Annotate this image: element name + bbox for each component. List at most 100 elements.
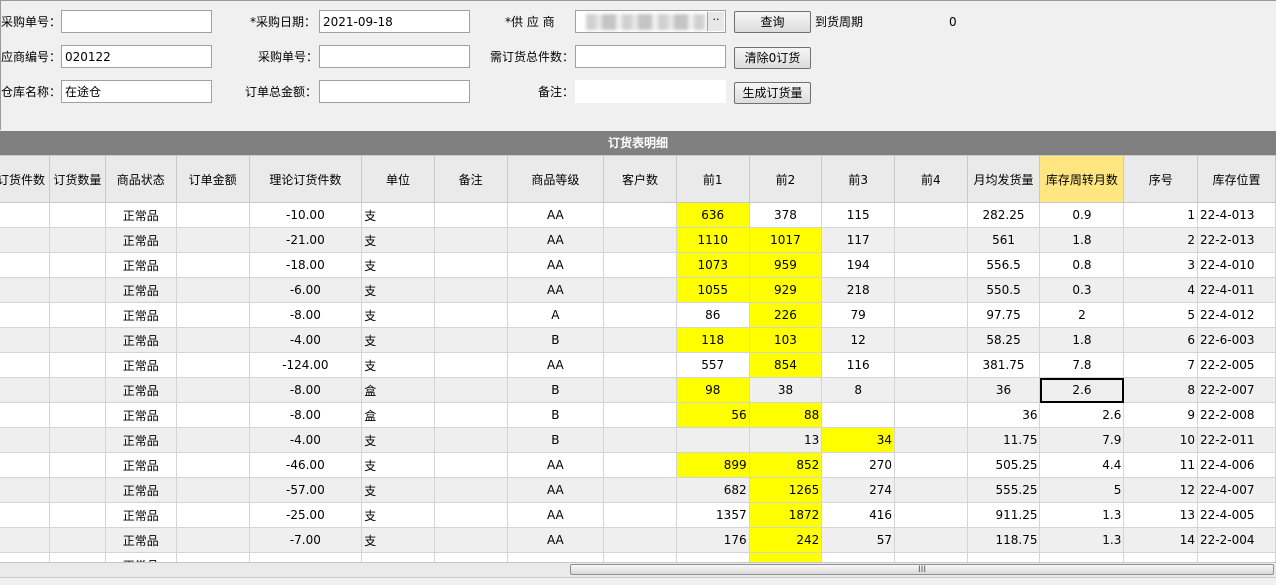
table-cell[interactable]: 正常品 — [104, 477, 177, 503]
table-cell[interactable] — [748, 552, 823, 562]
table-cell[interactable] — [433, 477, 508, 503]
table-cell[interactable]: -10.00 — [248, 202, 363, 228]
table-cell[interactable]: 13 — [748, 427, 823, 453]
table-cell[interactable] — [433, 277, 508, 303]
table-cell[interactable]: 117 — [821, 227, 895, 253]
table-cell[interactable]: 22-4-005 — [1197, 502, 1276, 528]
table-cell[interactable] — [0, 202, 50, 228]
table-cell[interactable] — [893, 527, 968, 553]
table-cell[interactable]: 1110 — [675, 227, 750, 253]
table-cell[interactable]: -57.00 — [248, 477, 363, 503]
table-cell[interactable]: B — [506, 377, 605, 403]
table-cell[interactable] — [603, 277, 677, 303]
table-cell[interactable]: 支 — [361, 252, 435, 278]
table-cell[interactable]: 正常品 — [104, 502, 177, 528]
table-cell[interactable]: 505.25 — [966, 452, 1041, 478]
table-cell[interactable]: 86 — [675, 302, 750, 328]
table-cell[interactable]: 550.5 — [966, 277, 1041, 303]
table-cell[interactable] — [603, 527, 677, 553]
column-header[interactable]: 序号 — [1123, 155, 1199, 203]
table-cell[interactable]: 12 — [821, 327, 895, 353]
table-row[interactable]: 正常品 -8.00 支 A 86 226 79 97.75 2 5 22-4-012 — [0, 302, 1276, 328]
table-row[interactable]: 正常品 -46.00 支 AA 899 852 270 505.25 4.4 11 22-4-006 — [0, 452, 1276, 478]
table-cell[interactable]: AA — [506, 527, 605, 553]
table-cell[interactable]: 226 — [748, 302, 823, 328]
table-cell[interactable]: 正常品 — [104, 452, 177, 478]
table-cell[interactable] — [893, 227, 968, 253]
table-cell[interactable]: 7.8 — [1039, 352, 1125, 378]
table-cell[interactable] — [175, 552, 250, 562]
clear-zero-button[interactable]: 清除0订货 — [734, 47, 811, 69]
table-cell[interactable]: 22-4-010 — [1197, 252, 1276, 278]
table-cell[interactable]: 36 — [966, 402, 1041, 428]
table-cell[interactable]: 3 — [1123, 252, 1199, 278]
note-input[interactable] — [575, 80, 726, 103]
table-cell[interactable]: 194 — [821, 252, 895, 278]
table-cell[interactable] — [48, 552, 106, 562]
table-cell[interactable]: 盒 — [361, 402, 435, 428]
table-cell[interactable] — [0, 327, 50, 353]
table-cell[interactable]: 支 — [361, 327, 435, 353]
table-cell[interactable] — [48, 202, 106, 228]
table-cell[interactable]: 9 — [1123, 402, 1199, 428]
table-cell[interactable] — [248, 552, 363, 562]
table-cell[interactable]: 98 — [675, 377, 750, 403]
table-cell[interactable] — [893, 502, 968, 528]
table-cell[interactable]: 118 — [675, 327, 750, 353]
table-cell[interactable] — [0, 352, 50, 378]
table-cell[interactable] — [175, 402, 250, 428]
table-cell[interactable]: 12 — [1123, 477, 1199, 503]
table-cell[interactable]: 支 — [361, 202, 435, 228]
table-cell[interactable]: 正常品 — [104, 327, 177, 353]
table-row[interactable]: 正常品 — [0, 552, 1276, 562]
table-cell[interactable]: 0.8 — [1039, 252, 1125, 278]
table-cell[interactable]: AA — [506, 502, 605, 528]
table-cell[interactable]: 6 — [1123, 327, 1199, 353]
table-cell[interactable] — [361, 552, 435, 562]
table-row[interactable]: 正常品 -7.00 支 AA 176 242 57 118.75 1.3 14 22-2-004 — [0, 527, 1276, 553]
table-cell[interactable] — [48, 302, 106, 328]
column-header[interactable]: 备注 — [433, 155, 508, 203]
table-cell[interactable]: -46.00 — [248, 452, 363, 478]
table-cell[interactable] — [48, 352, 106, 378]
table-cell[interactable] — [603, 452, 677, 478]
table-cell[interactable]: 正常品 — [104, 352, 177, 378]
table-cell[interactable]: 支 — [361, 302, 435, 328]
table-cell[interactable]: 1.3 — [1039, 527, 1125, 553]
table-cell[interactable]: 118.75 — [966, 527, 1041, 553]
table-cell[interactable] — [175, 502, 250, 528]
table-cell[interactable]: 22-2-013 — [1197, 227, 1276, 253]
table-cell[interactable]: 561 — [966, 227, 1041, 253]
table-cell[interactable]: 557 — [675, 352, 750, 378]
po-no-input[interactable] — [61, 10, 212, 33]
table-cell[interactable]: 5 — [1039, 477, 1125, 503]
table-cell[interactable]: 103 — [748, 327, 823, 353]
table-cell[interactable] — [48, 502, 106, 528]
table-cell[interactable] — [433, 202, 508, 228]
table-cell[interactable]: 2 — [1039, 302, 1125, 328]
table-cell[interactable] — [0, 302, 50, 328]
table-cell[interactable]: AA — [506, 277, 605, 303]
table-cell[interactable]: 282.25 — [966, 202, 1041, 228]
table-cell[interactable] — [433, 352, 508, 378]
table-cell[interactable]: 79 — [821, 302, 895, 328]
table-cell[interactable] — [821, 552, 895, 562]
table-cell[interactable]: 899 — [675, 452, 750, 478]
table-cell[interactable] — [48, 227, 106, 253]
table-cell[interactable]: 4 — [1123, 277, 1199, 303]
table-cell[interactable]: 176 — [675, 527, 750, 553]
table-cell[interactable]: 242 — [748, 527, 823, 553]
table-cell[interactable]: -6.00 — [248, 277, 363, 303]
table-cell[interactable]: 911.25 — [966, 502, 1041, 528]
table-cell[interactable] — [603, 477, 677, 503]
table-cell[interactable]: -8.00 — [248, 377, 363, 403]
table-cell[interactable]: 0.3 — [1039, 277, 1125, 303]
table-cell[interactable]: 34 — [821, 427, 895, 453]
table-cell[interactable] — [893, 427, 968, 453]
table-cell[interactable]: 22-6-003 — [1197, 327, 1276, 353]
table-cell[interactable] — [433, 527, 508, 553]
table-cell[interactable]: 2.6 — [1039, 377, 1125, 403]
table-cell[interactable]: 1.8 — [1039, 327, 1125, 353]
table-cell[interactable]: -124.00 — [248, 352, 363, 378]
table-cell[interactable]: 22-4-012 — [1197, 302, 1276, 328]
